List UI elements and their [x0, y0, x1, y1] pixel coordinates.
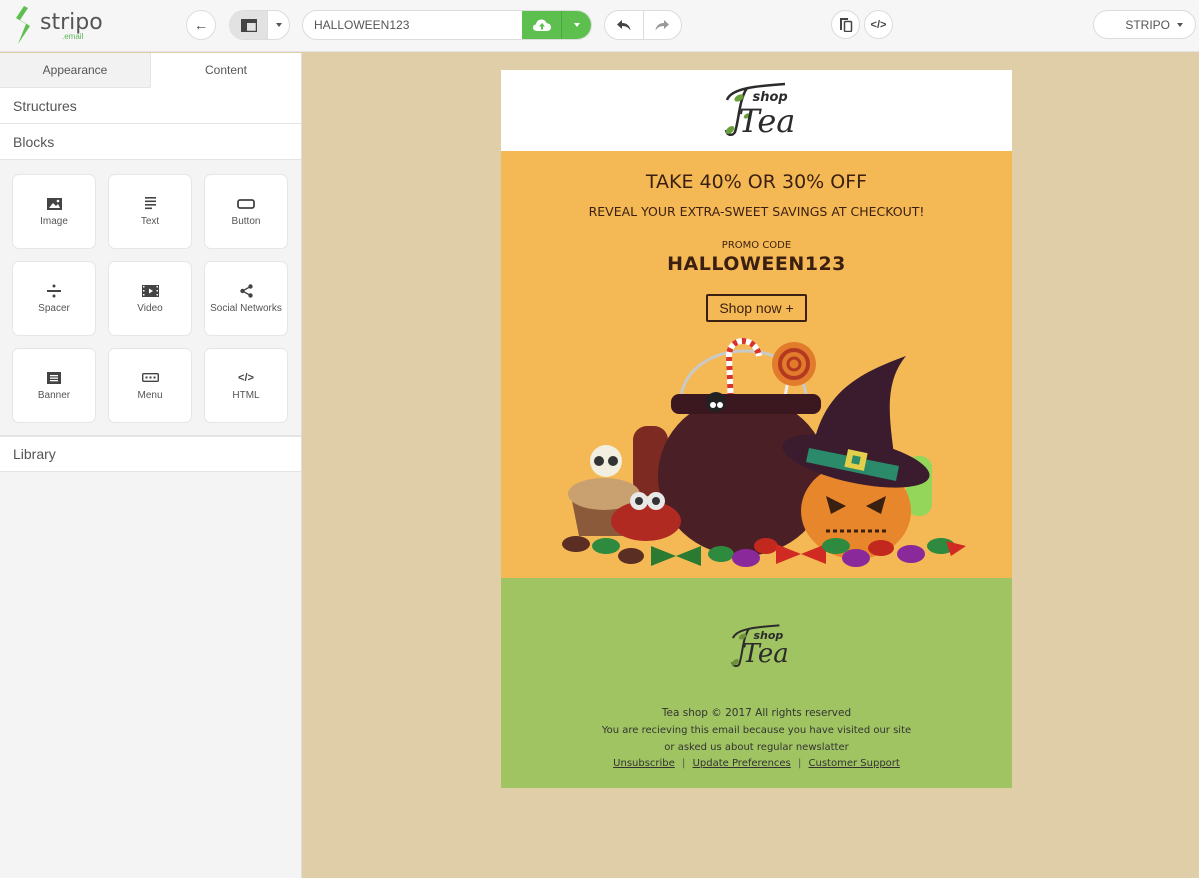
save-options-dropdown[interactable]: [561, 11, 591, 39]
email-hero[interactable]: TAKE 40% OR 30% OFF REVEAL YOUR EXTRA-SW…: [501, 151, 1012, 578]
panel-layout-icon: [240, 18, 257, 32]
block-label: Spacer: [38, 302, 70, 314]
save-button[interactable]: [522, 11, 562, 39]
candy-pile: [562, 536, 966, 567]
undo-button[interactable]: [605, 11, 643, 39]
code-editor-button[interactable]: </>: [864, 10, 893, 39]
footer-notice-line-1: You are recieving this email because you…: [601, 725, 912, 736]
banner-icon: [45, 371, 63, 385]
email-header[interactable]: shop Tea: [501, 70, 1012, 151]
link-separator: |: [682, 758, 686, 769]
cauldron: [658, 396, 828, 556]
undo-icon: [616, 19, 631, 30]
block-label: Video: [137, 302, 163, 314]
chevron-down-icon: [275, 23, 282, 27]
back-button[interactable]: ←: [186, 10, 216, 40]
halloween-illustration[interactable]: [551, 336, 971, 576]
block-label: Banner: [37, 389, 71, 401]
tab-content[interactable]: Content: [150, 53, 301, 88]
stripo-logo[interactable]: stripo .email: [10, 4, 110, 48]
history-controls: [604, 10, 682, 40]
logo-word-tea: Tea: [738, 101, 796, 140]
account-label: STRIPO: [1125, 17, 1170, 32]
footer-copyright: Tea shop © 2017 All rights reserved: [661, 707, 852, 719]
hero-title: TAKE 40% OR 30% OFF: [645, 171, 868, 193]
cloud-upload-icon: [532, 19, 551, 31]
account-menu[interactable]: STRIPO: [1093, 10, 1196, 39]
mobile-desktop-icon: [839, 18, 852, 32]
stripo-logo-icon: [16, 6, 30, 44]
redo-icon: [655, 19, 670, 30]
section-structures[interactable]: Structures: [0, 88, 301, 124]
block-label: Text: [140, 215, 160, 227]
footer-logo: shop Tea: [501, 622, 1012, 672]
section-blocks[interactable]: Blocks: [0, 124, 301, 160]
footer-links: Unsubscribe | Update Preferences | Custo…: [501, 758, 1012, 769]
hero-subtitle: REVEAL YOUR EXTRA-SWEET SAVINGS AT CHECK…: [588, 204, 925, 219]
top-toolbar: stripo .email ← HALLOWEEN123 </> STRIPO: [0, 0, 1199, 52]
tab-appearance[interactable]: Appearance: [0, 53, 150, 88]
block-social-networks[interactable]: Social Networks: [204, 261, 288, 336]
spider: [706, 392, 726, 412]
block-banner[interactable]: Banner: [12, 348, 96, 423]
code-icon: </>: [870, 18, 887, 31]
block-label: HTML: [232, 389, 260, 401]
logo-subtext: .email: [62, 32, 84, 41]
customer-support-link[interactable]: Customer Support: [809, 758, 900, 769]
layout-button[interactable]: [230, 11, 268, 39]
block-label: Image: [40, 215, 68, 227]
email-preview: shop Tea TAKE 40% OR 30% OFF REVEAL YOUR…: [501, 70, 1012, 788]
block-video[interactable]: Video: [108, 261, 192, 336]
footer-notice-line-2: or asked us about regular newslatter: [664, 742, 849, 753]
image-icon: [45, 197, 63, 211]
block-button[interactable]: Button: [204, 174, 288, 249]
chevron-down-icon: [573, 23, 580, 27]
template-name-field[interactable]: [302, 10, 592, 40]
candy-monster: [611, 501, 681, 541]
section-library[interactable]: Library: [0, 436, 301, 472]
template-name-input[interactable]: [303, 11, 523, 39]
mobile-preview-button[interactable]: [831, 10, 860, 39]
code-icon: </>: [238, 371, 254, 384]
arrow-left-icon: ←: [194, 17, 208, 33]
blocks-grid: Image Text Button Spacer Video Social Ne…: [0, 160, 301, 436]
update-preferences-link[interactable]: Update Preferences: [693, 758, 791, 769]
unsubscribe-link[interactable]: Unsubscribe: [613, 758, 675, 769]
redo-button[interactable]: [642, 11, 682, 39]
promo-code: HALLOWEEN123: [667, 253, 846, 275]
link-separator: |: [797, 758, 802, 769]
layout-dropdown[interactable]: [267, 11, 289, 39]
email-canvas: shop Tea TAKE 40% OR 30% OFF REVEAL YOUR…: [303, 53, 1199, 878]
block-spacer[interactable]: Spacer: [12, 261, 96, 336]
block-menu[interactable]: Menu: [108, 348, 192, 423]
video-icon: [141, 284, 159, 298]
menu-icon: [141, 371, 159, 385]
block-label: Social Networks: [210, 302, 282, 314]
spacer-icon: [45, 284, 63, 298]
block-label: Button: [231, 215, 261, 227]
sidebar-tabs: Appearance Content: [0, 53, 301, 88]
sidebar: Appearance Content Structures Blocks Ima…: [0, 53, 302, 878]
block-image[interactable]: Image: [12, 174, 96, 249]
tea-shop-logo: shop Tea: [717, 80, 797, 142]
button-icon: [237, 197, 255, 211]
block-html[interactable]: </> HTML: [204, 348, 288, 423]
logo-word-tea: Tea: [742, 639, 789, 669]
block-text[interactable]: Text: [108, 174, 192, 249]
layout-toggle[interactable]: [229, 10, 290, 40]
block-label: Menu: [137, 389, 163, 401]
email-footer[interactable]: shop Tea Tea shop © 2017 All rights rese…: [501, 578, 1012, 788]
shop-now-button[interactable]: Shop now +: [706, 294, 807, 322]
chevron-down-icon: [1177, 22, 1183, 27]
text-icon: [141, 197, 159, 211]
share-icon: [237, 283, 255, 298]
promo-code-label: PROMO CODE: [721, 240, 792, 251]
